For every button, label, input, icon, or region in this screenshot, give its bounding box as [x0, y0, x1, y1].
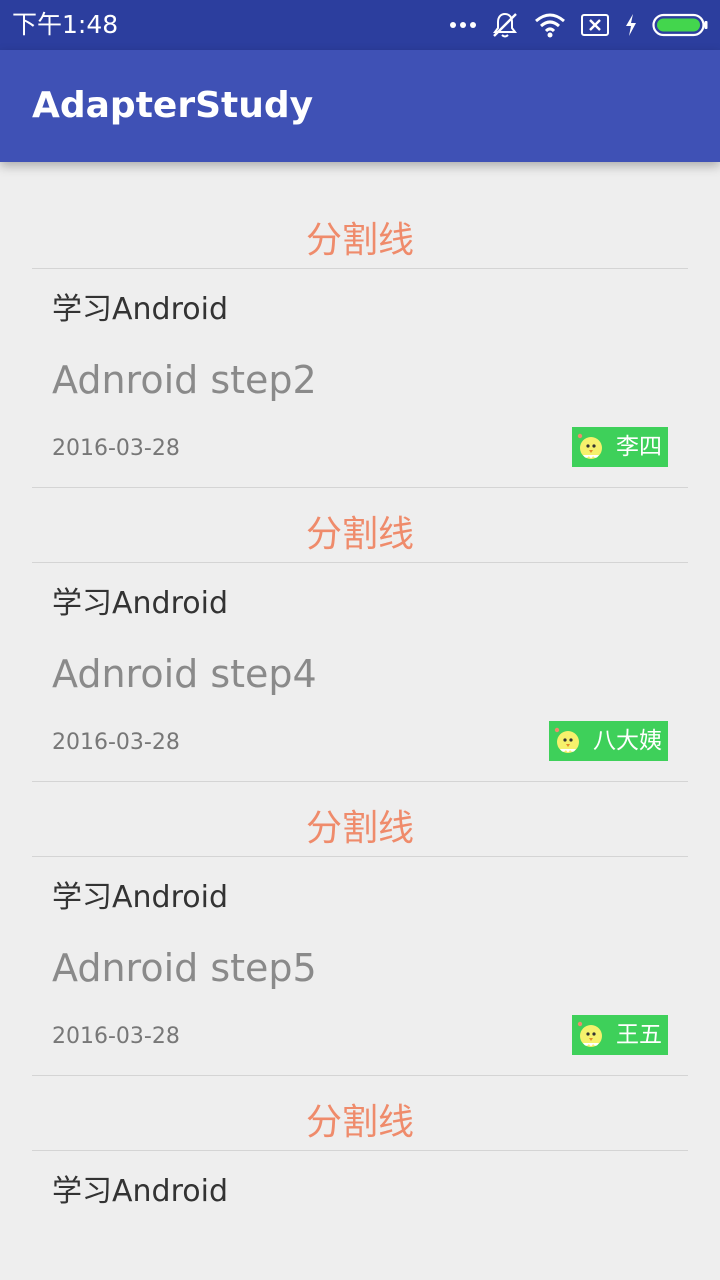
chick-icon: [576, 1020, 606, 1050]
wifi-icon: [534, 12, 566, 38]
divider-line: [32, 268, 688, 269]
author-name: 王五: [616, 1022, 662, 1048]
author-badge: 王五: [572, 1015, 668, 1055]
divider-line: [32, 781, 688, 782]
divider-label: 分割线: [305, 514, 414, 555]
item-step: Adnroid step4: [52, 652, 317, 696]
item-title: 学习Android: [52, 292, 228, 327]
item-step: Adnroid step2: [52, 358, 317, 402]
app-bar: AdapterStudy: [0, 50, 720, 162]
status-time: 下午1:48: [12, 10, 119, 39]
divider-line: [32, 562, 688, 563]
item-step: Adnroid step5: [52, 946, 317, 990]
adapter-list[interactable]: 分割线 学习Android Adnroid step2 2016-03-28 李…: [0, 162, 720, 1280]
charging-icon: [624, 13, 638, 37]
item-title: 学习Android: [52, 880, 228, 915]
mute-bell-icon: [490, 10, 520, 40]
divider-line: [32, 1150, 688, 1151]
divider-line: [32, 487, 688, 488]
item-date: 2016-03-28: [52, 1024, 180, 1049]
status-icons: [450, 9, 708, 41]
divider-label: 分割线: [305, 1102, 414, 1143]
status-bar: 下午1:48: [0, 0, 720, 50]
battery-icon: [652, 13, 708, 37]
divider-label: 分割线: [305, 220, 414, 261]
author-badge: 李四: [572, 427, 668, 467]
author-badge: 八大姨: [549, 721, 668, 761]
author-name: 李四: [616, 434, 662, 460]
chick-icon: [553, 726, 583, 756]
chick-icon: [576, 432, 606, 462]
item-title: 学习Android: [52, 586, 228, 621]
item-date: 2016-03-28: [52, 730, 180, 755]
more-dots-icon: [450, 21, 476, 29]
divider-line: [32, 856, 688, 857]
divider-label: 分割线: [305, 808, 414, 849]
author-name: 八大姨: [593, 728, 662, 754]
item-title: 学习Android: [52, 1174, 228, 1209]
no-sim-icon: [580, 13, 610, 37]
item-date: 2016-03-28: [52, 436, 180, 461]
divider-line: [32, 1075, 688, 1076]
app-title: AdapterStudy: [32, 85, 314, 126]
